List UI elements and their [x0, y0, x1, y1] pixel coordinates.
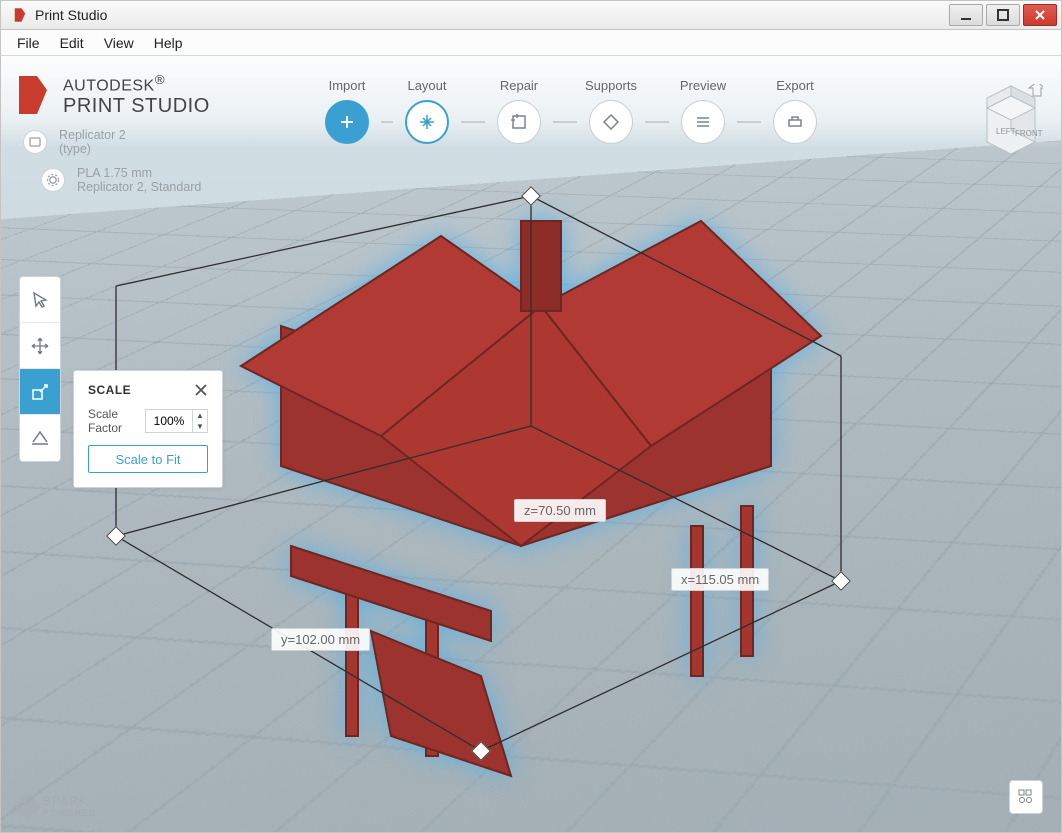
- menu-help[interactable]: Help: [144, 32, 193, 54]
- brand-line2: PRINT STUDIO: [63, 95, 210, 118]
- scale-panel: SCALE Scale Factor ▲ ▼ Scale to Fit: [73, 370, 223, 488]
- wf-label-export: Export: [776, 78, 814, 94]
- menu-view[interactable]: View: [94, 32, 144, 54]
- stepper-up-icon[interactable]: ▲: [193, 410, 207, 421]
- wf-supports-button[interactable]: [589, 100, 633, 144]
- menubar: File Edit View Help: [0, 30, 1062, 56]
- workflow-steps: Import Layout Repair Supports Preview Ex…: [311, 78, 831, 144]
- app-logo: AUTODESK® PRINT STUDIO: [15, 72, 210, 118]
- tool-scale[interactable]: [20, 369, 60, 415]
- window-title: Print Studio: [35, 7, 949, 23]
- scale-panel-title: SCALE: [88, 383, 131, 397]
- wf-label-preview: Preview: [680, 78, 726, 94]
- wf-label-repair: Repair: [500, 78, 538, 94]
- printer-type: (type): [59, 142, 126, 156]
- wf-label-import: Import: [329, 78, 366, 94]
- tool-move[interactable]: [20, 323, 60, 369]
- wf-label-layout: Layout: [407, 78, 446, 94]
- brand-registered: ®: [155, 72, 165, 87]
- spark-powered-badge: SPARK POWERED: [17, 794, 97, 818]
- close-icon[interactable]: [194, 383, 208, 397]
- app-icon: [11, 6, 29, 24]
- material-line2: Replicator 2, Standard: [77, 180, 201, 194]
- window-maximize-button[interactable]: [986, 4, 1020, 26]
- view-grid-button[interactable]: [1009, 780, 1043, 814]
- dimension-y-label: y=102.00 mm: [271, 628, 370, 651]
- stepper-down-icon[interactable]: ▼: [193, 421, 207, 432]
- wf-repair-button[interactable]: [497, 100, 541, 144]
- spark-line2: POWERED: [43, 808, 97, 818]
- tool-rotate-plane[interactable]: [20, 415, 60, 461]
- wf-preview-button[interactable]: [681, 100, 725, 144]
- spark-line1: SPARK: [43, 794, 97, 808]
- wf-layout-button[interactable]: [405, 100, 449, 144]
- window-minimize-button[interactable]: [949, 4, 983, 26]
- gear-icon: [41, 168, 65, 192]
- window-close-button[interactable]: [1023, 4, 1057, 26]
- printer-icon: [23, 130, 47, 154]
- wf-export-button[interactable]: [773, 100, 817, 144]
- scale-factor-stepper[interactable]: ▲ ▼: [145, 409, 208, 433]
- left-toolbar: [19, 276, 61, 462]
- material-selector[interactable]: PLA 1.75 mm Replicator 2, Standard: [41, 166, 201, 194]
- menu-edit[interactable]: Edit: [50, 32, 94, 54]
- printer-selector[interactable]: Replicator 2 (type): [23, 128, 126, 156]
- model-3d-object[interactable]: [181, 166, 861, 786]
- menu-file[interactable]: File: [7, 32, 50, 54]
- scale-factor-input[interactable]: [146, 410, 192, 432]
- wf-import-button[interactable]: [325, 100, 369, 144]
- scale-to-fit-button[interactable]: Scale to Fit: [88, 445, 208, 473]
- window-titlebar: Print Studio: [0, 0, 1062, 30]
- tool-select-arrow[interactable]: [20, 277, 60, 323]
- viewcube[interactable]: LEFT FRONT: [979, 84, 1043, 156]
- printer-name: Replicator 2: [59, 128, 126, 142]
- scale-factor-label: Scale Factor: [88, 407, 137, 435]
- home-icon[interactable]: [1029, 84, 1043, 96]
- autodesk-logo-icon: [15, 74, 51, 116]
- spark-icon: [13, 792, 41, 820]
- material-line1: PLA 1.75 mm: [77, 166, 201, 180]
- dimension-z-label: z=70.50 mm: [514, 499, 606, 522]
- dimension-x-label: x=115.05 mm: [671, 568, 769, 591]
- brand-line1: AUTODESK: [63, 77, 155, 94]
- viewcube-front-label: FRONT: [1015, 129, 1043, 138]
- wf-label-supports: Supports: [585, 78, 637, 94]
- viewcube-left-label: LEFT: [996, 127, 1016, 136]
